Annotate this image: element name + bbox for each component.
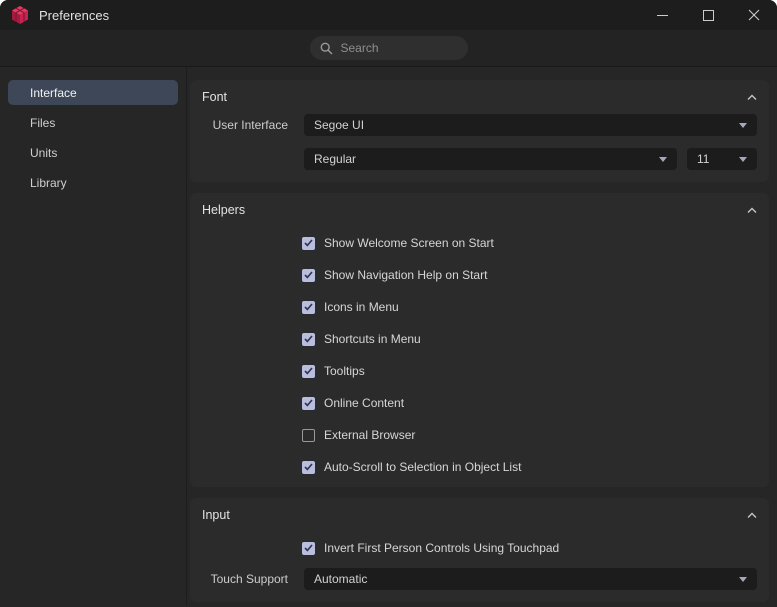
checkbox-label: External Browser (324, 428, 416, 442)
checkbox-label: Show Welcome Screen on Start (324, 236, 494, 250)
section-helpers: Helpers Show Welcome Screen on Start Sho… (190, 193, 769, 487)
settings-content: Font User Interface Segoe UI Regular 11 … (187, 67, 777, 606)
checkbox[interactable] (302, 460, 315, 474)
checkbox[interactable] (302, 300, 315, 314)
checkbox-row-online-content: Online Content (302, 387, 757, 419)
search-input[interactable]: Search (309, 36, 468, 60)
check-icon (304, 367, 313, 375)
checkbox-label: Show Navigation Help on Start (324, 268, 488, 282)
minimize-icon (656, 14, 668, 16)
checkbox-row-icons-in-menu: Icons in Menu (302, 291, 757, 323)
font-style-select[interactable]: Regular (304, 148, 677, 170)
maximize-button[interactable] (685, 0, 731, 30)
check-icon (304, 303, 313, 311)
check-icon (304, 239, 313, 247)
preferences-window: Preferences Search Interface Files Units… (0, 0, 777, 607)
sidebar: Interface Files Units Library (0, 67, 187, 606)
checkbox[interactable] (302, 236, 315, 250)
chevron-up-icon[interactable] (747, 512, 757, 519)
field-label: Touch Support (210, 572, 288, 586)
font-ui-row: User Interface Segoe UI (202, 114, 757, 136)
sidebar-item-units[interactable]: Units (8, 140, 178, 165)
check-icon (304, 335, 313, 343)
select-value: Segoe UI (314, 118, 365, 132)
sidebar-item-label: Interface (30, 85, 77, 100)
font-style-row: Regular 11 (202, 148, 757, 170)
sidebar-item-label: Library (30, 175, 67, 190)
maximize-icon (702, 9, 714, 21)
font-size-select[interactable]: 11 (687, 148, 757, 170)
section-title: Input (202, 508, 230, 522)
checkbox[interactable] (302, 541, 315, 555)
checkbox-label: Icons in Menu (324, 300, 399, 314)
dropdown-arrow-icon (659, 156, 667, 162)
select-value: Regular (314, 152, 357, 166)
section-helpers-header[interactable]: Helpers (202, 193, 757, 227)
checkbox-row-tooltips: Tooltips (302, 355, 757, 387)
sidebar-item-label: Units (30, 145, 58, 160)
checkbox[interactable] (302, 428, 315, 442)
search-header: Search (0, 30, 777, 67)
checkbox-row-shortcuts-in-menu: Shortcuts in Menu (302, 323, 757, 355)
checkbox-row-show-navigation-help: Show Navigation Help on Start (302, 259, 757, 291)
check-icon (304, 544, 313, 552)
checkbox-row-external-browser: External Browser (302, 419, 757, 451)
checkbox-label: Invert First Person Controls Using Touch… (324, 541, 560, 555)
section-title: Helpers (202, 203, 246, 217)
sidebar-item-files[interactable]: Files (8, 110, 178, 135)
body: Interface Files Units Library Font User … (0, 67, 777, 606)
sidebar-item-label: Files (30, 115, 56, 130)
search-icon (320, 42, 332, 54)
checkbox-row-auto-scroll: Auto-Scroll to Selection in Object List (302, 451, 757, 483)
select-value: Automatic (314, 572, 368, 586)
checkbox-label: Online Content (324, 396, 405, 410)
check-icon (304, 271, 313, 279)
app-logo-icon (10, 5, 30, 25)
touch-support-row: Touch Support Automatic (202, 568, 757, 590)
checkbox-label: Tooltips (324, 364, 365, 378)
section-font: Font User Interface Segoe UI Regular 11 (190, 80, 769, 182)
dropdown-arrow-icon (739, 122, 747, 128)
window-title: Preferences (39, 7, 110, 23)
section-font-header[interactable]: Font (202, 80, 757, 114)
checkbox-row-show-welcome-screen: Show Welcome Screen on Start (302, 227, 757, 259)
section-input: Input Invert First Person Controls Using… (190, 498, 769, 602)
chevron-up-icon[interactable] (747, 94, 757, 101)
checkbox[interactable] (302, 364, 315, 378)
sidebar-item-interface[interactable]: Interface (8, 80, 178, 105)
search-placeholder: Search (340, 41, 379, 55)
checkbox[interactable] (302, 268, 315, 282)
sidebar-item-library[interactable]: Library (8, 170, 178, 195)
chevron-up-icon[interactable] (747, 207, 757, 214)
dropdown-arrow-icon (739, 156, 747, 162)
touch-support-select[interactable]: Automatic (304, 568, 757, 590)
checkbox-label: Auto-Scroll to Selection in Object List (324, 460, 522, 474)
minimize-button[interactable] (639, 0, 685, 30)
checkbox-row-invert-first-person: Invert First Person Controls Using Touch… (302, 532, 757, 564)
section-title: Font (202, 90, 228, 104)
close-icon (748, 9, 760, 21)
select-value: 11 (697, 152, 710, 166)
field-label: User Interface (212, 118, 288, 132)
check-icon (304, 463, 313, 471)
checkbox[interactable] (302, 332, 315, 346)
check-icon (304, 399, 313, 407)
checkbox[interactable] (302, 396, 315, 410)
titlebar: Preferences (0, 0, 777, 30)
checkbox-label: Shortcuts in Menu (324, 332, 421, 346)
section-input-header[interactable]: Input (202, 498, 757, 532)
close-button[interactable] (731, 0, 777, 30)
font-family-select[interactable]: Segoe UI (304, 114, 757, 136)
dropdown-arrow-icon (739, 576, 747, 582)
